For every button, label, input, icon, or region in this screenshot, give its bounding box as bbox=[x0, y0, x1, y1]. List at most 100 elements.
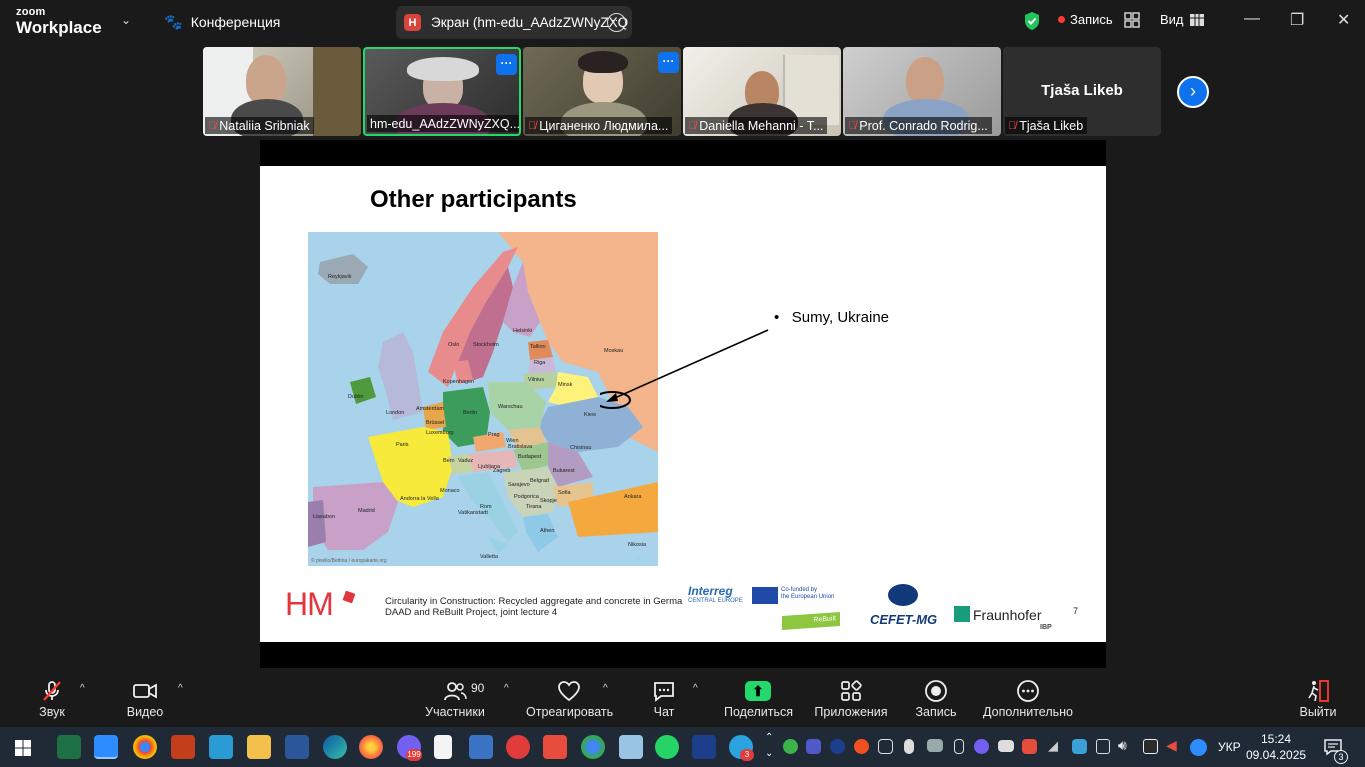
tray-camera-icon[interactable] bbox=[1096, 739, 1110, 754]
more-button[interactable]: Дополнительно bbox=[982, 677, 1074, 719]
close-icon[interactable]: ✕ bbox=[1337, 10, 1350, 30]
participant-face bbox=[906, 57, 944, 103]
tray-red-s-icon[interactable] bbox=[1022, 739, 1037, 754]
map-city-label: Bukarest bbox=[553, 468, 575, 474]
anydesk-icon[interactable] bbox=[506, 735, 530, 759]
video-options-caret-icon[interactable]: ^ bbox=[178, 683, 183, 694]
view-button[interactable]: Вид bbox=[1160, 12, 1204, 27]
tray-wifi-icon[interactable]: ◢ bbox=[1048, 738, 1058, 754]
screen-share-pill[interactable]: H Экран (hm-edu_AAdzZWNyZXQ ··· bbox=[396, 6, 632, 39]
participant-tile[interactable]: 🎙̸ Nataliia Sribniak bbox=[203, 47, 361, 136]
shield-icon[interactable] bbox=[1023, 11, 1041, 31]
zoom-app-icon[interactable] bbox=[94, 735, 118, 759]
whatsapp-icon[interactable] bbox=[655, 735, 679, 759]
map-city-label: Andorra la Vella bbox=[400, 496, 439, 502]
participants-options-caret-icon[interactable]: ^ bbox=[504, 683, 509, 694]
presentation-slide: Other participants · © pixelio/Bettina /… bbox=[260, 166, 1106, 642]
tray-microphone-icon[interactable] bbox=[904, 739, 914, 754]
map-city-label: Sarajevo bbox=[508, 482, 530, 488]
app-book-icon[interactable] bbox=[619, 735, 643, 759]
tray-volume-icon[interactable]: 🔊︎ bbox=[1118, 737, 1127, 754]
participant-tile-active[interactable]: ··· hm-edu_AAdzZWNyZXQ... bbox=[363, 47, 521, 136]
mic-muted-icon: 🎙̸ bbox=[688, 120, 697, 132]
chat-options-caret-icon[interactable]: ^ bbox=[693, 683, 698, 694]
zoom-logo[interactable]: zoom Workplace bbox=[16, 7, 102, 37]
leave-button[interactable]: Выйти bbox=[1298, 677, 1338, 719]
save-icon[interactable] bbox=[469, 735, 493, 759]
restore-icon[interactable]: ❐ bbox=[1290, 10, 1304, 30]
map-city-label: Bern bbox=[443, 458, 455, 464]
map-city-label: Luxemburg bbox=[426, 430, 454, 436]
firefox-icon[interactable] bbox=[359, 735, 383, 759]
video-label: Видео bbox=[126, 705, 164, 719]
windows-start-icon[interactable] bbox=[15, 740, 31, 756]
tray-speaker-muted-icon[interactable]: ◀ bbox=[1166, 737, 1177, 754]
powerpoint-icon[interactable] bbox=[171, 735, 195, 759]
participants-label: Участники bbox=[425, 705, 485, 719]
map-city-label: Reykjavik bbox=[328, 274, 352, 280]
tray-check-icon[interactable] bbox=[783, 739, 798, 754]
gallery-grid-icon[interactable] bbox=[1124, 12, 1140, 28]
map-city-label: Belgrad bbox=[530, 478, 549, 484]
participant-name: Prof. Conrado Rodrig... bbox=[859, 119, 988, 133]
tray-battery-icon[interactable] bbox=[998, 740, 1014, 752]
webex-icon[interactable] bbox=[692, 735, 716, 759]
recording-indicator[interactable]: Запись bbox=[1058, 12, 1113, 27]
tray-viber-icon[interactable] bbox=[974, 739, 989, 754]
participant-face bbox=[246, 55, 286, 105]
app-red-s-icon[interactable] bbox=[543, 735, 567, 759]
chat-button[interactable]: Чат bbox=[648, 677, 680, 719]
tray-zoom-icon[interactable] bbox=[1190, 739, 1207, 756]
zoom-window: zoom Workplace ⌄ 🐾 Конференция H Экран (… bbox=[0, 0, 1365, 767]
next-page-button[interactable]: › bbox=[1177, 76, 1209, 108]
chevron-down-icon[interactable]: ⌄ bbox=[121, 13, 131, 27]
input-language[interactable]: УКР bbox=[1218, 740, 1241, 754]
participant-tile[interactable]: ··· 🎙̸ Циганенко Людмила... bbox=[523, 47, 681, 136]
map-city-label: Chisinau bbox=[570, 445, 592, 451]
tray-shield-icon[interactable] bbox=[1143, 739, 1158, 754]
participant-tile[interactable]: 🎙̸ Prof. Conrado Rodrig... bbox=[843, 47, 1001, 136]
minimize-icon[interactable]: — bbox=[1244, 10, 1260, 28]
map-city-label: Lissabon bbox=[313, 514, 336, 520]
share-screen-button[interactable]: ⬆ Поделиться bbox=[724, 677, 793, 719]
conference-button[interactable]: 🐾 Конференция bbox=[164, 13, 280, 31]
chrome-profile-icon[interactable] bbox=[581, 735, 605, 759]
more-options-button[interactable]: ··· bbox=[496, 54, 517, 75]
telegram-badge: 3 bbox=[740, 749, 754, 761]
record-icon bbox=[925, 680, 947, 702]
tray-app-blue-icon[interactable] bbox=[1072, 739, 1087, 754]
video-button[interactable]: Видео bbox=[122, 677, 168, 719]
apps-button[interactable]: Приложения bbox=[814, 677, 888, 719]
more-options-button[interactable]: ··· bbox=[658, 52, 679, 73]
windows-taskbar: 199 3 ⌃ ⌄ ◢ 🔊︎ ◀ УКР 15:24 09.04.2025 3 bbox=[0, 727, 1365, 767]
participant-name-tag: hm-edu_AAdzZWNyZXQ... bbox=[367, 115, 519, 132]
tray-webex-icon[interactable] bbox=[830, 739, 845, 754]
tray-teams-icon[interactable] bbox=[806, 739, 821, 754]
word-icon[interactable] bbox=[285, 735, 309, 759]
react-options-caret-icon[interactable]: ^ bbox=[603, 683, 608, 694]
chrome-icon[interactable] bbox=[133, 735, 157, 759]
participant-tile[interactable]: Tjaša Likeb 🎙̸ Tjaša Likeb bbox=[1003, 47, 1161, 136]
more-options-icon[interactable]: ··· bbox=[607, 13, 626, 32]
app-s-icon[interactable] bbox=[209, 735, 233, 759]
hm-logo-square bbox=[342, 590, 356, 604]
excel-icon[interactable] bbox=[57, 735, 81, 759]
tray-screenshot-icon[interactable] bbox=[878, 739, 893, 754]
tray-monitor-icon[interactable] bbox=[927, 739, 943, 752]
edge-icon[interactable] bbox=[323, 735, 347, 759]
map-city-label: Tallinn bbox=[530, 344, 546, 350]
mic-muted-icon: 🎙̸ bbox=[208, 120, 217, 132]
tray-app-icon[interactable] bbox=[854, 739, 869, 754]
document-icon[interactable] bbox=[434, 735, 452, 759]
file-explorer-icon[interactable] bbox=[247, 735, 271, 759]
participant-tile[interactable]: 🎙̸ Daniella Mehanni - T... bbox=[683, 47, 841, 136]
view-label: Вид bbox=[1160, 12, 1184, 27]
tray-overflow-icon[interactable]: ⌃ ⌄ bbox=[765, 730, 773, 762]
audio-button[interactable]: Звук bbox=[30, 677, 74, 719]
react-button[interactable]: Отреагировать bbox=[526, 677, 613, 719]
tray-usb-icon[interactable] bbox=[954, 739, 964, 754]
mic-muted-icon: 🎙̸ bbox=[1008, 120, 1017, 132]
record-button[interactable]: Запись bbox=[914, 677, 958, 719]
clock[interactable]: 15:24 09.04.2025 bbox=[1246, 731, 1306, 763]
audio-options-caret-icon[interactable]: ^ bbox=[80, 683, 85, 694]
